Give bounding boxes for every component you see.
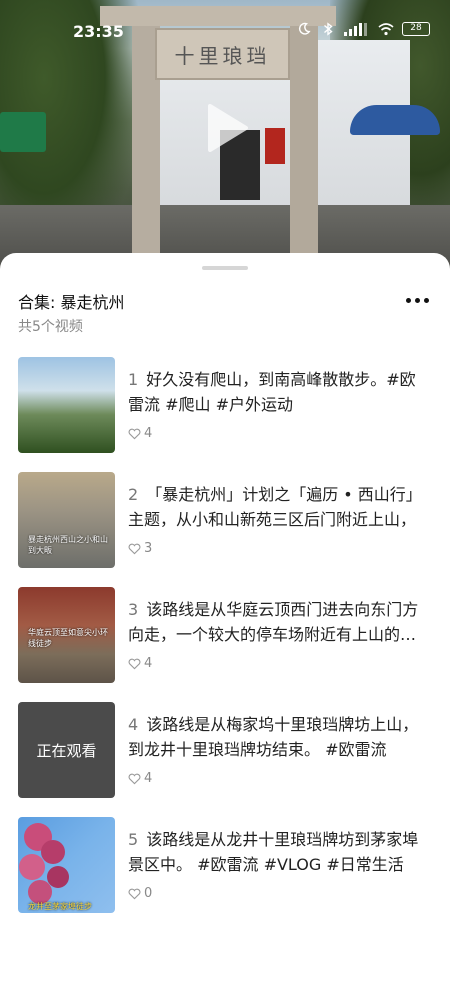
heart-icon	[128, 888, 141, 899]
moon-icon	[298, 22, 311, 35]
video-description: 3该路线是从华庭云顶西门进去向东门方向走，一个较大的停车场附近有上山的小路	[128, 597, 428, 647]
play-icon[interactable]	[194, 98, 254, 158]
status-time: 23:35	[73, 22, 124, 41]
video-index: 2	[128, 485, 139, 504]
status-icons: 28	[296, 22, 430, 36]
collection-count: 共5个视频	[18, 319, 83, 335]
video-scene-banner	[265, 128, 285, 164]
drag-handle[interactable]	[202, 266, 248, 270]
like-count-value: 4	[144, 426, 153, 441]
video-scene-umbrella	[350, 105, 440, 135]
like-count-value: 3	[144, 541, 153, 556]
thumbnail-caption: 华庭云顶至如意尖小环线徒步	[28, 628, 108, 648]
video-index: 5	[128, 830, 139, 849]
collection-title: 合集: 暴走杭州	[18, 293, 125, 312]
list-item[interactable]: 1 好久没有爬山，到南高峰散散步。#欧雷流 #爬山 #户外运动 4	[18, 357, 432, 453]
now-watching-label: 正在观看	[36, 742, 97, 760]
video-description: 1 好久没有爬山，到南高峰散散步。#欧雷流 #爬山 #户外运动	[128, 367, 428, 417]
list-item-current[interactable]: 正在观看 4 该路线是从梅家坞十里琅珰牌坊上山，到龙井十里琅珰牌坊结束。 #欧雷流…	[18, 702, 432, 798]
more-options-icon[interactable]	[406, 295, 430, 305]
video-thumbnail: 龙井至茅家埠徒步	[18, 817, 115, 913]
video-thumbnail: 暴走杭州西山之小和山到大畈	[18, 472, 115, 568]
like-count[interactable]: 3	[128, 541, 152, 556]
video-index: 1	[128, 370, 139, 389]
video-description: 5 该路线是从龙井十里琅珰牌坊到茅家埠景区中。 #欧雷流 #VLOG #日常生活	[128, 827, 428, 877]
video-index: 3	[128, 600, 139, 619]
signal-icon	[344, 23, 367, 36]
status-bar: 23:35 28	[0, 0, 450, 64]
list-item[interactable]: 龙井至茅家埠徒步 5 该路线是从龙井十里琅珰牌坊到茅家埠景区中。 #欧雷流 #VL…	[18, 817, 432, 913]
wifi-icon	[378, 23, 394, 36]
thumbnail-caption: 龙井至茅家埠徒步	[28, 902, 92, 911]
video-description-text: 「暴走杭州」计划之「遍历 • 西山行」主题，从小和山新苑三区后门附近上山，	[128, 485, 422, 529]
list-item[interactable]: 暴走杭州西山之小和山到大畈 2 「暴走杭州」计划之「遍历 • 西山行」主题，从小和…	[18, 472, 432, 568]
like-count-value: 0	[144, 886, 153, 901]
like-count[interactable]: 0	[128, 886, 152, 901]
video-thumbnail: 正在观看	[18, 702, 115, 798]
video-description: 4 该路线是从梅家坞十里琅珰牌坊上山，到龙井十里琅珰牌坊结束。 #欧雷流	[128, 712, 428, 762]
video-description-text: 该路线是从龙井十里琅珰牌坊到茅家埠景区中。 #欧雷流 #VLOG #日常生活	[128, 830, 419, 874]
collection-sheet: 合集: 暴走杭州 共5个视频 1 好久没有爬山，到南高峰散散步。#欧雷流 #爬山 …	[0, 253, 450, 1000]
thumbnail-blossom	[19, 823, 69, 904]
like-count-value: 4	[144, 771, 153, 786]
video-description-text: 该路线是从梅家坞十里琅珰牌坊上山，到龙井十里琅珰牌坊结束。 #欧雷流	[128, 715, 419, 759]
thumbnail-caption: 暴走杭州西山之小和山到大畈	[28, 535, 108, 555]
video-description-text: 好久没有爬山，到南高峰散散步。#欧雷流 #爬山 #户外运动	[128, 370, 416, 414]
video-description: 2 「暴走杭州」计划之「遍历 • 西山行」主题，从小和山新苑三区后门附近上山，	[128, 482, 428, 532]
battery-icon: 28	[402, 22, 430, 36]
heart-icon	[128, 428, 141, 439]
like-count[interactable]: 4	[128, 771, 152, 786]
like-count[interactable]: 4	[128, 426, 152, 441]
like-count[interactable]: 4	[128, 656, 152, 671]
bluetooth-icon	[324, 22, 333, 36]
list-item[interactable]: 华庭云顶至如意尖小环线徒步 3 该路线是从华庭云顶西门进去向东门方向走，一个较大的…	[18, 587, 432, 683]
heart-icon	[128, 658, 141, 669]
heart-icon	[128, 543, 141, 554]
video-thumbnail	[18, 357, 115, 453]
video-thumbnail: 华庭云顶至如意尖小环线徒步	[18, 587, 115, 683]
video-scene-sign	[0, 112, 46, 152]
heart-icon	[128, 773, 141, 784]
like-count-value: 4	[144, 656, 153, 671]
video-description-text: 该路线是从华庭云顶西门进去向东门方向走，一个较大的停车场附近有上山的小路	[128, 600, 419, 644]
video-index: 4	[128, 715, 139, 734]
video-player[interactable]: 十里琅珰 23:35 28	[0, 0, 450, 270]
